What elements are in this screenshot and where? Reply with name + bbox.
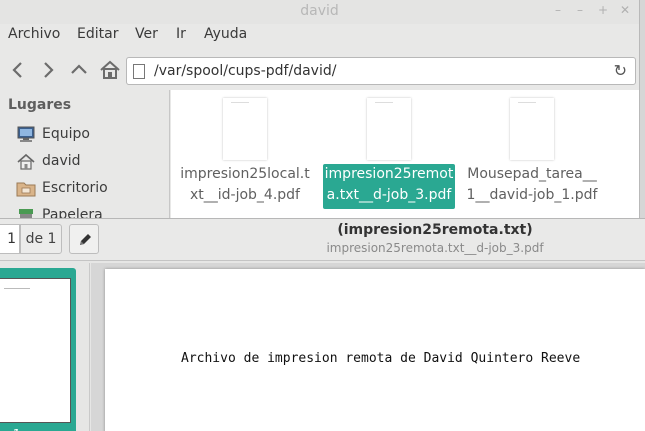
- sidebar-item-escritorio[interactable]: Escritorio: [16, 178, 166, 200]
- sidebar-item-equipo[interactable]: Equipo: [16, 124, 166, 146]
- home-icon: [16, 153, 36, 171]
- file-name: impresion25remot a.txt__d-job_3.pdf: [324, 166, 454, 203]
- document-viewer-window: 1 de 1 (impresion25remota.txt) impresion…: [0, 218, 645, 431]
- file-name: Mousepad_tarea__ 1__david-job_1.pdf: [466, 166, 598, 203]
- page-thumbnail-selected[interactable]: 1: [0, 268, 76, 431]
- file-item[interactable]: impresion25local.t xt__id-job_4.pdf: [173, 90, 313, 218]
- menu-ir[interactable]: Ir: [176, 26, 186, 42]
- document-page: Archivo de impresion remota de David Qui…: [105, 269, 645, 431]
- pdf-thumbnail-icon: [510, 98, 554, 160]
- file-item-selected[interactable]: impresion25remot a.txt__d-job_3.pdf: [317, 90, 457, 218]
- sidebar-heading: Lugares: [8, 97, 72, 113]
- trash-icon: [16, 207, 36, 218]
- computer-icon: [16, 126, 36, 144]
- file-manager-window: david – – + ✕ Archivo Editar Ver Ir Ayud…: [0, 0, 640, 218]
- location-bar[interactable]: /var/spool/cups-pdf/david/ ↻: [126, 57, 636, 85]
- viewer-header-bar: 1 de 1 (impresion25remota.txt) impresion…: [0, 219, 645, 261]
- maximize-button[interactable]: +: [598, 3, 608, 17]
- document-title: (impresion25remota.txt): [337, 222, 533, 238]
- home-icon[interactable]: [98, 58, 122, 82]
- window-title: david: [300, 3, 339, 19]
- pdf-thumbnail-icon: [223, 98, 267, 160]
- file-name: impresion25local.t xt__id-job_4.pdf: [180, 166, 310, 203]
- file-view[interactable]: impresion25local.t xt__id-job_4.pdf impre…: [171, 90, 639, 218]
- menu-ayuda[interactable]: Ayuda: [204, 26, 247, 42]
- page-thumbnail[interactable]: [0, 278, 71, 423]
- forward-icon[interactable]: [36, 58, 60, 82]
- document-filename: impresion25remota.txt__d-job_3.pdf: [326, 241, 544, 255]
- close-button[interactable]: ✕: [620, 3, 630, 17]
- menu-ver[interactable]: Ver: [135, 26, 158, 42]
- page-text: Archivo de impresion remota de David Qui…: [181, 351, 581, 366]
- sidebar-item-label: Papelera: [42, 207, 103, 218]
- title-bar[interactable]: david – – + ✕: [0, 0, 639, 24]
- sidebar-item-papelera[interactable]: Papelera: [16, 205, 166, 218]
- annotate-button[interactable]: [69, 224, 99, 254]
- page-count-label: de 1: [20, 224, 62, 254]
- shade-button[interactable]: –: [555, 3, 561, 17]
- menu-archivo[interactable]: Archivo: [8, 26, 60, 42]
- places-sidebar: Lugares Equipo david Escritorio Papelera: [0, 90, 170, 218]
- page-number-input[interactable]: 1: [0, 224, 20, 254]
- sidebar-item-label: Equipo: [42, 126, 90, 142]
- document-canvas[interactable]: Archivo de impresion remota de David Qui…: [91, 263, 645, 431]
- reload-icon[interactable]: ↻: [614, 61, 627, 80]
- sidebar-item-label: david: [42, 153, 81, 169]
- location-path[interactable]: /var/spool/cups-pdf/david/: [154, 63, 336, 79]
- back-icon[interactable]: [6, 58, 30, 82]
- file-item[interactable]: Mousepad_tarea__ 1__david-job_1.pdf: [460, 90, 600, 218]
- desktop-folder-icon: [16, 180, 36, 198]
- pencil-icon: [77, 232, 93, 252]
- pdf-thumbnail-icon: [367, 98, 411, 160]
- document-icon: [133, 64, 145, 79]
- sidebar-item-david[interactable]: david: [16, 151, 166, 173]
- thumbnail-sidebar: 1: [0, 263, 90, 431]
- navigation-toolbar: /var/spool/cups-pdf/david/ ↻: [0, 54, 639, 86]
- desktop: david – – + ✕ Archivo Editar Ver Ir Ayud…: [0, 0, 645, 431]
- sidebar-item-label: Escritorio: [42, 180, 108, 196]
- minimize-button[interactable]: –: [577, 3, 583, 17]
- menu-editar[interactable]: Editar: [77, 26, 118, 42]
- up-icon[interactable]: [67, 58, 91, 82]
